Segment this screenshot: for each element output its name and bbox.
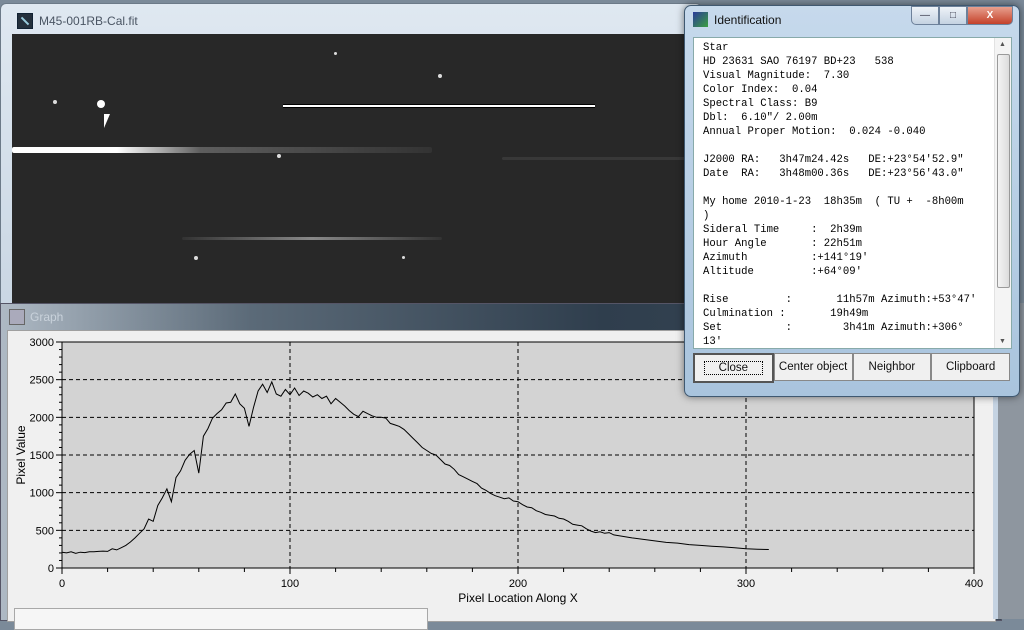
star [334,52,337,55]
x-tick-label: 300 [737,578,755,590]
identification-line: ) [703,210,710,222]
identification-line: Annual Proper Motion: 0.024 -0.040 [703,126,926,138]
identification-line: Azimuth :+141°19' [703,252,869,264]
identification-line [703,139,976,153]
identification-line: Visual Magnitude: 7.30 [703,70,850,82]
y-axis-label: Pixel Value [14,425,28,484]
graph-icon [9,309,25,325]
image-window-title: M45-001RB-Cal.fit [39,14,138,28]
identification-line: HD 23631 SAO 76197 BD+23 538 [703,56,894,68]
vertical-scrollbar[interactable]: ▲ ▼ [994,38,1011,348]
star [402,256,405,259]
y-tick-label: 3000 [30,337,54,349]
identification-line [703,181,976,195]
star [438,74,442,78]
clipboard-button[interactable]: Clipboard [931,353,1010,381]
scroll-up-icon[interactable]: ▲ [999,41,1006,48]
image-window-titlebar[interactable]: M45-001RB-Cal.fit [17,12,138,30]
y-tick-label: 2500 [30,375,54,387]
x-tick-label: 400 [965,578,983,590]
center-object-button[interactable]: Center object [773,353,853,381]
y-tick-label: 2000 [30,412,54,424]
identification-line: Spectral Class: B9 [703,98,818,110]
close-button-label: Close [703,361,764,375]
identification-lines: Star HD 23631 SAO 76197 BD+23 538 Visual M… [703,41,977,348]
y-tick-label: 0 [48,563,54,575]
identification-line: Sideral Time : 2h39m [703,224,862,236]
identification-text-area[interactable]: Star HD 23631 SAO 76197 BD+23 538 Visual M… [693,37,1012,349]
identification-icon [693,12,708,27]
mouse-cursor-icon [104,114,116,128]
dialog-button-row: Close Center object Neighbor Clipboard [693,353,1010,383]
star-streak [502,157,701,160]
app-icon [17,13,33,29]
minimize-button[interactable]: — [911,6,939,25]
identification-line: Rise : 11h57m Azimuth:+53°47' [703,294,977,306]
bright-star [97,100,105,108]
identification-dialog: Identification — □ X Star HD 23631 SAO 76… [684,5,1020,397]
identification-line: Date RA: 3h48m00.36s DE:+23°56'43.0" [703,168,964,180]
image-window: M45-001RB-Cal.fit [0,3,702,315]
x-tick-label: 0 [59,578,65,590]
star-streak [12,147,432,153]
x-tick-label: 200 [509,578,527,590]
identification-line [703,279,976,293]
close-window-button[interactable]: X [967,6,1013,25]
close-button[interactable]: Close [693,353,774,383]
identification-line: Altitude :+64°09' [703,266,862,278]
maximize-button[interactable]: □ [939,6,967,25]
identification-line: Star [703,42,729,54]
neighbor-button[interactable]: Neighbor [852,353,932,381]
identification-line: Set : 3h41m Azimuth:+306° [703,322,964,334]
x-tick-label: 100 [281,578,299,590]
graph-window-title: Graph [30,310,64,324]
scroll-thumb[interactable] [997,54,1010,288]
scroll-down-icon[interactable]: ▼ [999,338,1006,345]
identification-title: Identification [714,12,782,27]
identification-line: Culmination : 19h49m [703,308,869,320]
identification-line: Dbl: 6.10"/ 2.00m [703,112,818,124]
identification-line: J2000 RA: 3h47m24.42s DE:+23°54'52.9" [703,154,964,166]
star [53,100,57,104]
identification-line: 13' [703,336,723,348]
star-streak [182,237,442,240]
star [194,256,198,260]
graph-window-titlebar[interactable]: Graph [9,309,63,325]
profile-line[interactable] [283,104,595,108]
y-tick-label: 1500 [30,450,54,462]
graph-bottom-button[interactable] [14,608,428,630]
star [277,154,281,158]
y-tick-label: 500 [36,525,54,537]
identification-line: Hour Angle : 22h51m [703,238,862,250]
x-axis-label: Pixel Location Along X [458,591,577,605]
y-tick-label: 1000 [30,488,54,500]
image-canvas[interactable] [12,34,701,308]
identification-titlebar[interactable]: Identification [693,12,781,27]
identification-line: My home 2010-1-23 18h35m ( TU + -8h00m [703,196,964,208]
identification-line: Color Index: 0.04 [703,84,818,96]
